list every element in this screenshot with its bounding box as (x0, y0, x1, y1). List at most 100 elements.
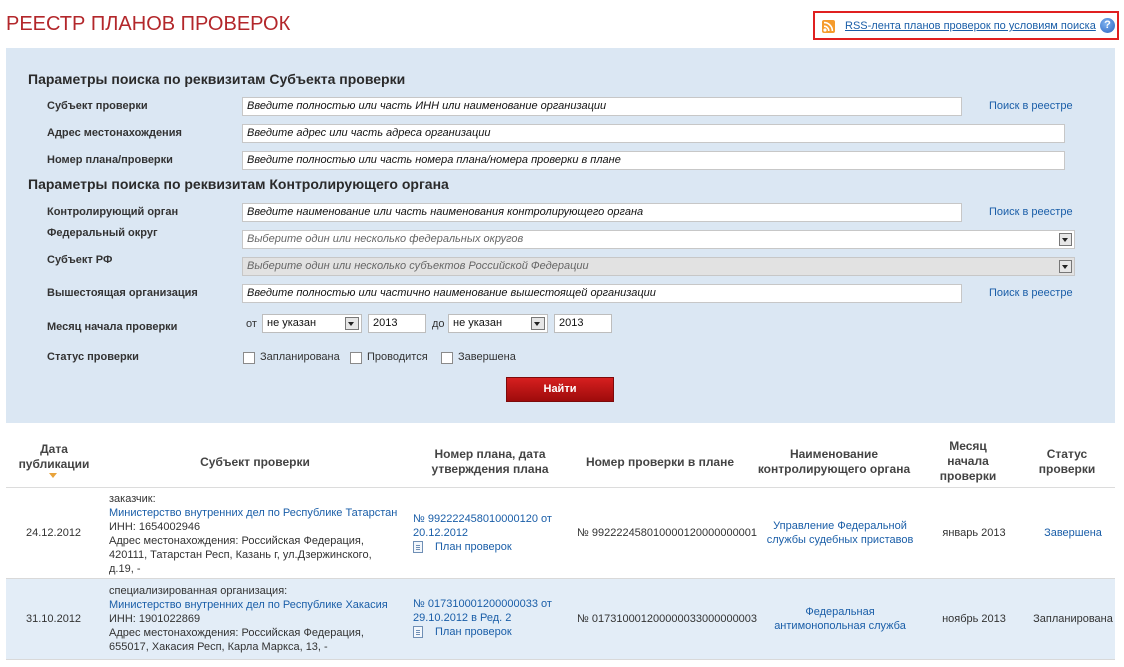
chevron-down-icon[interactable] (1059, 260, 1072, 273)
row-authority-link[interactable]: Управление Федеральной службы судебных п… (758, 519, 922, 547)
year-to-input[interactable]: 2013 (554, 314, 612, 333)
col-header-plan[interactable]: Номер плана, дата утверждения плана (415, 447, 565, 477)
help-icon[interactable]: ? (1100, 18, 1115, 33)
col-header-authority-line2: контролирующего органа (757, 462, 911, 476)
subject-section-title: Параметры поиска по реквизитам Субъекта … (28, 71, 406, 87)
col-header-authority-line1: Наименование (789, 447, 879, 461)
row-inn: ИНН: 1901022869 (109, 613, 201, 625)
row-status-link[interactable]: Завершена (1026, 526, 1120, 540)
subject-label: Субъект проверки (47, 100, 148, 112)
chevron-down-icon[interactable] (531, 317, 545, 330)
col-header-month-line3: проверки (939, 469, 997, 483)
row-org-link[interactable]: Министерство внутренних дел по Республик… (109, 598, 409, 612)
page-title: РЕЕСТР ПЛАНОВ ПРОВЕРОК (6, 13, 291, 35)
subject-registry-link[interactable]: Поиск в реестре (989, 100, 1073, 112)
plan-number-label: Номер плана/проверки (47, 154, 173, 166)
col-header-date[interactable]: Дата публикации (14, 442, 94, 472)
col-header-status-line1: Статус (1046, 447, 1088, 461)
col-header-subject[interactable]: Субъект проверки (180, 455, 330, 470)
month-to-label: до (432, 318, 445, 330)
parent-org-label: Вышестоящая организация (47, 287, 198, 299)
month-from-label: от (246, 318, 257, 330)
col-header-month[interactable]: Месяц начала проверки (925, 439, 1011, 484)
chevron-down-icon[interactable] (1059, 233, 1072, 246)
row-address-line: Адрес местонахождения: Российская Федера… (109, 535, 364, 547)
row-plan-doc-link[interactable]: План проверок (435, 541, 512, 553)
row-check-number: № 992222458010000120000000001 (577, 527, 758, 539)
row-authority-line: Управление Федеральной (773, 520, 907, 532)
region-label: Субъект РФ (47, 254, 113, 266)
authority-registry-link[interactable]: Поиск в реестре (989, 206, 1073, 218)
month-from-value: не указан (267, 317, 317, 329)
row-role: заказчик: (109, 493, 156, 505)
row-inn: ИНН: 1654002946 (109, 521, 201, 533)
row-authority-link[interactable]: Федеральная антимонопольная служба (758, 605, 922, 633)
status-in-progress-checkbox[interactable] (350, 352, 362, 364)
col-header-plan-line1: Номер плана, дата (434, 447, 546, 461)
row-role: специализированная организация: (109, 585, 288, 597)
chevron-down-icon[interactable] (345, 317, 359, 330)
row-date: 24.12.2012 (26, 527, 82, 539)
status-in-progress-label: Проводится (367, 351, 428, 363)
row-check-number: № 017310001200000033000000003 (577, 613, 758, 625)
district-label: Федеральный округ (47, 227, 158, 239)
month-label: Месяц начала проверки (47, 321, 178, 333)
row-status: Запланирована (1033, 613, 1113, 625)
status-completed-label: Завершена (458, 351, 516, 363)
address-label: Адрес местонахождения (47, 127, 182, 139)
row-plan-doc-link[interactable]: План проверок (435, 626, 512, 638)
parent-org-registry-link[interactable]: Поиск в реестре (989, 287, 1073, 299)
row-plan-date[interactable]: 29.10.2012 в Ред. 2 (413, 611, 563, 625)
month-from-select[interactable]: не указан (262, 314, 362, 333)
status-completed-checkbox[interactable] (441, 352, 453, 364)
row-plan-date[interactable]: 20.12.2012 (413, 526, 563, 540)
row-subject: специализированная организация: Министер… (109, 584, 409, 654)
document-icon[interactable] (413, 626, 423, 639)
col-header-month-line2: начала (947, 454, 989, 468)
row-address-line: 420111, Татарстан Респ, Казань г, ул.Дзе… (109, 549, 372, 561)
row-address-line: д.19, - (109, 563, 141, 575)
subject-input[interactable]: Введите полностью или часть ИНН или наим… (242, 97, 962, 116)
row-month: январь 2013 (942, 527, 1006, 539)
authority-input[interactable]: Введите наименование или часть наименова… (242, 203, 962, 222)
sort-desc-icon[interactable] (49, 473, 57, 478)
parent-org-input[interactable]: Введите полностью или частично наименова… (242, 284, 962, 303)
table-row: 31.10.2012 специализированная организаци… (6, 579, 1115, 660)
district-select[interactable]: Выберите один или несколько федеральных … (242, 230, 1075, 249)
year-from-input[interactable]: 2013 (368, 314, 426, 333)
row-plan-link[interactable]: № 017310001200000033 от (413, 597, 563, 611)
row-address-line: 655017, Хакасия Респ, Карла Маркса, 13, … (109, 641, 328, 653)
row-month: ноябрь 2013 (942, 613, 1006, 625)
col-header-status[interactable]: Статус проверки (1020, 447, 1114, 477)
row-authority-line: антимонопольная служба (774, 620, 906, 632)
authority-label: Контролирующий орган (47, 206, 179, 218)
col-header-check-number[interactable]: Номер проверки в плане (575, 455, 745, 470)
status-planned-label: Запланирована (260, 351, 340, 363)
col-header-date-line2: публикации (18, 457, 90, 471)
search-panel: Параметры поиска по реквизитам Субъекта … (6, 48, 1115, 423)
find-button[interactable]: Найти (506, 377, 614, 402)
col-header-authority[interactable]: Наименование контролирующего органа (752, 447, 916, 477)
month-to-value: не указан (453, 317, 503, 329)
rss-feed-link[interactable]: RSS-лента планов проверок по условиям по… (845, 20, 1096, 32)
region-select-text: Выберите один или несколько субъектов Ро… (247, 260, 589, 272)
row-authority-line: службы судебных приставов (766, 534, 914, 546)
district-select-text: Выберите один или несколько федеральных … (247, 233, 524, 245)
region-select[interactable]: Выберите один или несколько субъектов Ро… (242, 257, 1075, 276)
status-planned-checkbox[interactable] (243, 352, 255, 364)
rss-icon[interactable] (822, 20, 835, 33)
row-authority-line: Федеральная (805, 606, 875, 618)
document-icon[interactable] (413, 541, 423, 554)
status-label: Статус проверки (47, 351, 139, 363)
row-plan-link[interactable]: № 992222458010000120 от (413, 512, 563, 526)
rss-panel: RSS-лента планов проверок по условиям по… (813, 11, 1119, 40)
row-date: 31.10.2012 (26, 613, 82, 625)
plan-number-input[interactable]: Введите полностью или часть номера плана… (242, 151, 1065, 170)
row-org-link[interactable]: Министерство внутренних дел по Республик… (109, 506, 409, 520)
authority-section-title: Параметры поиска по реквизитам Контролир… (28, 176, 449, 192)
address-input[interactable]: Введите адрес или часть адреса организац… (242, 124, 1065, 143)
month-to-select[interactable]: не указан (448, 314, 548, 333)
col-header-status-line2: проверки (1038, 462, 1096, 476)
col-header-month-line1: Месяц (949, 439, 987, 453)
row-address-line: Адрес местонахождения: Российская Федера… (109, 627, 364, 639)
